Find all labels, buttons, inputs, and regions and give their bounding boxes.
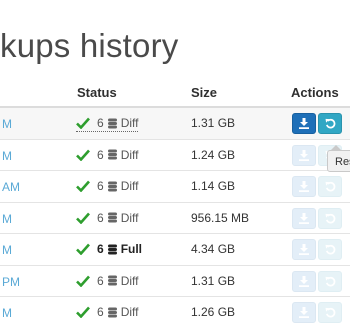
- table-row: AM 6 Diff 1.14 GB: [0, 171, 350, 203]
- download-button[interactable]: [292, 176, 316, 197]
- download-button[interactable]: [292, 270, 316, 292]
- backup-date-link[interactable]: M: [2, 149, 12, 163]
- backup-date-link[interactable]: M: [2, 306, 12, 320]
- backup-status: 6 Diff: [76, 179, 138, 193]
- backup-date-link[interactable]: PM: [2, 275, 20, 289]
- table-header: Status Size Actions: [0, 78, 350, 108]
- restore-button[interactable]: [318, 239, 342, 260]
- check-icon: [76, 275, 90, 287]
- download-icon: [299, 181, 309, 192]
- backup-status: 6 Diff: [76, 274, 138, 288]
- database-icon: [107, 181, 117, 191]
- table-row: PM 6 Diff 1.31 GB: [0, 266, 350, 297]
- database-icon: [107, 307, 117, 317]
- backup-size: 1.31 GB: [191, 116, 236, 130]
- database-icon: [107, 149, 117, 160]
- download-icon: [299, 275, 309, 287]
- check-icon: [76, 117, 90, 129]
- download-icon: [299, 118, 309, 129]
- backup-status: 6 Full: [76, 242, 142, 256]
- backup-date-link[interactable]: M: [2, 212, 12, 226]
- table-row: M 6 Diff 1.31 GB: [0, 108, 350, 140]
- backup-date-link[interactable]: M: [2, 243, 12, 257]
- backup-date-link[interactable]: AM: [2, 180, 20, 194]
- backup-size: 1.14 GB: [191, 179, 236, 193]
- backup-count: 6: [97, 147, 104, 162]
- restore-icon: [325, 307, 335, 318]
- check-icon: [76, 306, 90, 318]
- download-icon: [299, 307, 309, 318]
- backup-type: Diff: [120, 305, 139, 319]
- restore-button[interactable]: [318, 113, 342, 134]
- backup-type: Diff: [120, 273, 139, 288]
- table-row: M 6 Diff 1.26 GB: [0, 297, 350, 327]
- backup-count: 6: [97, 273, 104, 288]
- restore-icon: [325, 244, 335, 255]
- download-button[interactable]: [292, 144, 316, 166]
- backup-type: Diff: [120, 179, 139, 193]
- header-actions: Actions: [291, 85, 339, 100]
- check-icon: [76, 212, 90, 224]
- restore-button[interactable]: [318, 176, 342, 197]
- table-row: M 6 Full 4.34 GB: [0, 234, 350, 266]
- restore-button[interactable]: [318, 302, 342, 323]
- download-button[interactable]: [292, 239, 316, 260]
- table-row: M 6 Diff 1.24 GB: [0, 140, 350, 171]
- backup-count: 6: [97, 210, 104, 225]
- backup-count: 6: [97, 242, 104, 256]
- check-icon: [76, 149, 90, 161]
- backup-size: 1.26 GB: [191, 305, 236, 319]
- backup-status: 6 Diff: [76, 116, 139, 132]
- backup-status: 6 Diff: [76, 211, 138, 225]
- restore-icon: [325, 118, 335, 129]
- backup-status: 6 Diff: [76, 148, 138, 162]
- restore-icon: [325, 181, 335, 192]
- page-title: kups history: [0, 27, 179, 64]
- backup-type: Diff: [120, 116, 139, 130]
- restore-tooltip: Res: [327, 150, 350, 172]
- restore-button[interactable]: [318, 270, 342, 292]
- download-button[interactable]: [292, 207, 316, 229]
- download-button[interactable]: [292, 302, 316, 323]
- backup-type: Diff: [120, 147, 139, 162]
- check-icon: [76, 243, 90, 255]
- restore-icon: [325, 213, 335, 223]
- download-icon: [299, 149, 309, 161]
- download-icon: [299, 244, 309, 255]
- database-icon: [107, 244, 117, 254]
- backups-history-page: kups history Status Size Actions M 6 Diff 1…: [0, 0, 350, 327]
- backup-size: 4.34 GB: [191, 242, 236, 256]
- download-icon: [299, 212, 309, 224]
- backup-type: Diff: [120, 210, 139, 225]
- header-status: Status: [77, 85, 117, 100]
- backup-size: 1.24 GB: [191, 147, 236, 162]
- header-size: Size: [191, 85, 218, 100]
- database-icon: [107, 212, 117, 223]
- backup-type: Full: [120, 242, 143, 256]
- backup-size: 1.31 GB: [191, 273, 236, 288]
- backup-count: 6: [97, 116, 104, 130]
- download-button[interactable]: [292, 113, 316, 134]
- table-body: M 6 Diff 1.31 GB M 6 Diff 1.24 GB AM 6 Diff 1.14 GB…: [0, 108, 350, 327]
- database-icon: [107, 118, 117, 128]
- backup-count: 6: [97, 305, 104, 319]
- backup-size: 956.15 MB: [191, 210, 250, 225]
- check-icon: [76, 180, 90, 192]
- backup-count: 6: [97, 179, 104, 193]
- backups-table: Status Size Actions M 6 Diff 1.31 GB M 6 Diff 1…: [0, 78, 350, 327]
- restore-icon: [325, 276, 335, 286]
- table-row: M 6 Diff 956.15 MB: [0, 203, 350, 234]
- database-icon: [107, 275, 117, 286]
- restore-button[interactable]: [318, 207, 342, 229]
- backup-date-link[interactable]: M: [2, 117, 12, 131]
- backup-status: 6 Diff: [76, 305, 138, 319]
